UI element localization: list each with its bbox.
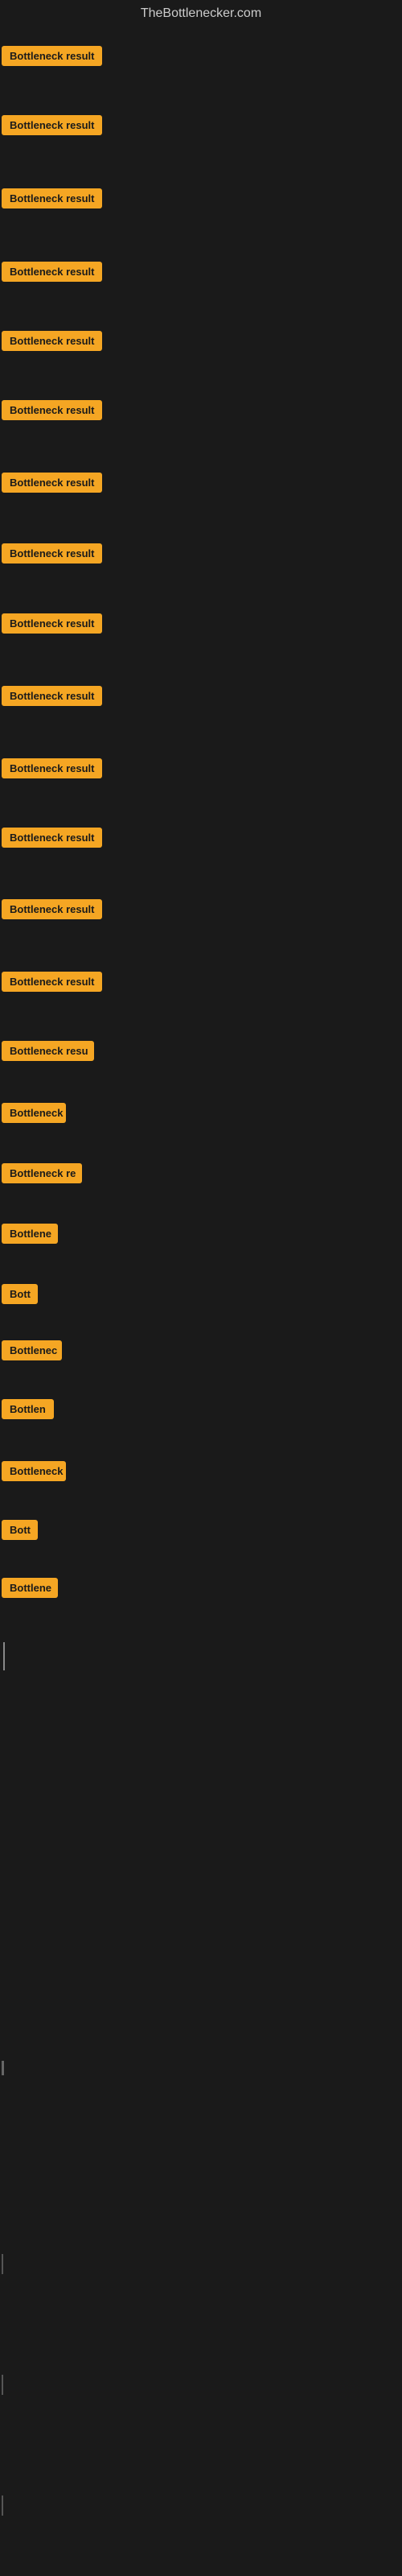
bottleneck-badge-23[interactable]: Bott [2, 1520, 38, 1540]
bottleneck-item-5: Bottleneck result [2, 331, 102, 355]
bottleneck-item-3: Bottleneck result [2, 188, 102, 213]
bottleneck-badge-14[interactable]: Bottleneck result [2, 972, 102, 992]
page-container: TheBottlenecker.com Bottleneck result Bot… [0, 0, 402, 2576]
bottleneck-badge-3[interactable]: Bottleneck result [2, 188, 102, 208]
site-title: TheBottlenecker.com [0, 0, 402, 31]
bottleneck-badge-7[interactable]: Bottleneck result [2, 473, 102, 493]
bottleneck-item-2: Bottleneck result [2, 115, 102, 139]
bottleneck-item-18: Bottlene [2, 1224, 58, 1248]
bottleneck-badge-6[interactable]: Bottleneck result [2, 400, 102, 420]
bottleneck-item-9: Bottleneck result [2, 613, 102, 638]
bottleneck-badge-8[interactable]: Bottleneck result [2, 543, 102, 564]
bottleneck-item-23: Bott [2, 1520, 38, 1544]
bottleneck-item-14: Bottleneck result [2, 972, 102, 996]
bottleneck-badge-15[interactable]: Bottleneck resu [2, 1041, 94, 1061]
bottleneck-badge-17[interactable]: Bottleneck re [2, 1163, 82, 1183]
bottleneck-badge-24[interactable]: Bottlene [2, 1578, 58, 1598]
bottleneck-badge-13[interactable]: Bottleneck result [2, 899, 102, 919]
bottleneck-item-13: Bottleneck result [2, 899, 102, 923]
bottleneck-item-17: Bottleneck re [2, 1163, 82, 1187]
bottleneck-item-19: Bott [2, 1284, 38, 1308]
bottleneck-badge-18[interactable]: Bottlene [2, 1224, 58, 1244]
bottleneck-item-8: Bottleneck result [2, 543, 102, 568]
bottleneck-item-7: Bottleneck result [2, 473, 102, 497]
bottleneck-badge-10[interactable]: Bottleneck result [2, 686, 102, 706]
bottleneck-badge-1[interactable]: Bottleneck result [2, 46, 102, 66]
bottleneck-badge-16[interactable]: Bottleneck [2, 1103, 66, 1123]
bottleneck-badge-4[interactable]: Bottleneck result [2, 262, 102, 282]
bottom-line-1 [2, 2254, 3, 2274]
bottleneck-item-20: Bottlenec [2, 1340, 62, 1364]
bottleneck-badge-5[interactable]: Bottleneck result [2, 331, 102, 351]
bottleneck-badge-20[interactable]: Bottlenec [2, 1340, 62, 1360]
bottleneck-item-6: Bottleneck result [2, 400, 102, 424]
bottleneck-item-11: Bottleneck result [2, 758, 102, 782]
bottleneck-item-15: Bottleneck resu [2, 1041, 94, 1065]
bottleneck-badge-2[interactable]: Bottleneck result [2, 115, 102, 135]
bottleneck-item-10: Bottleneck result [2, 686, 102, 710]
bottom-line-3 [2, 2496, 3, 2516]
bottleneck-item-1: Bottleneck result [2, 46, 102, 70]
bottleneck-item-22: Bottleneck [2, 1461, 66, 1485]
bottleneck-badge-9[interactable]: Bottleneck result [2, 613, 102, 634]
small-marker [2, 2061, 4, 2075]
bottleneck-badge-11[interactable]: Bottleneck result [2, 758, 102, 778]
bottleneck-item-4: Bottleneck result [2, 262, 102, 286]
bottleneck-item-24: Bottlene [2, 1578, 58, 1602]
bottleneck-badge-21[interactable]: Bottlen [2, 1399, 54, 1419]
bottleneck-badge-12[interactable]: Bottleneck result [2, 828, 102, 848]
bottleneck-badge-22[interactable]: Bottleneck [2, 1461, 66, 1481]
bottleneck-item-21: Bottlen [2, 1399, 54, 1423]
bottleneck-item-16: Bottleneck [2, 1103, 66, 1127]
bottleneck-item-12: Bottleneck result [2, 828, 102, 852]
bottom-line-2 [2, 2375, 3, 2395]
bottleneck-badge-19[interactable]: Bott [2, 1284, 38, 1304]
vertical-marker [3, 1642, 5, 1670]
